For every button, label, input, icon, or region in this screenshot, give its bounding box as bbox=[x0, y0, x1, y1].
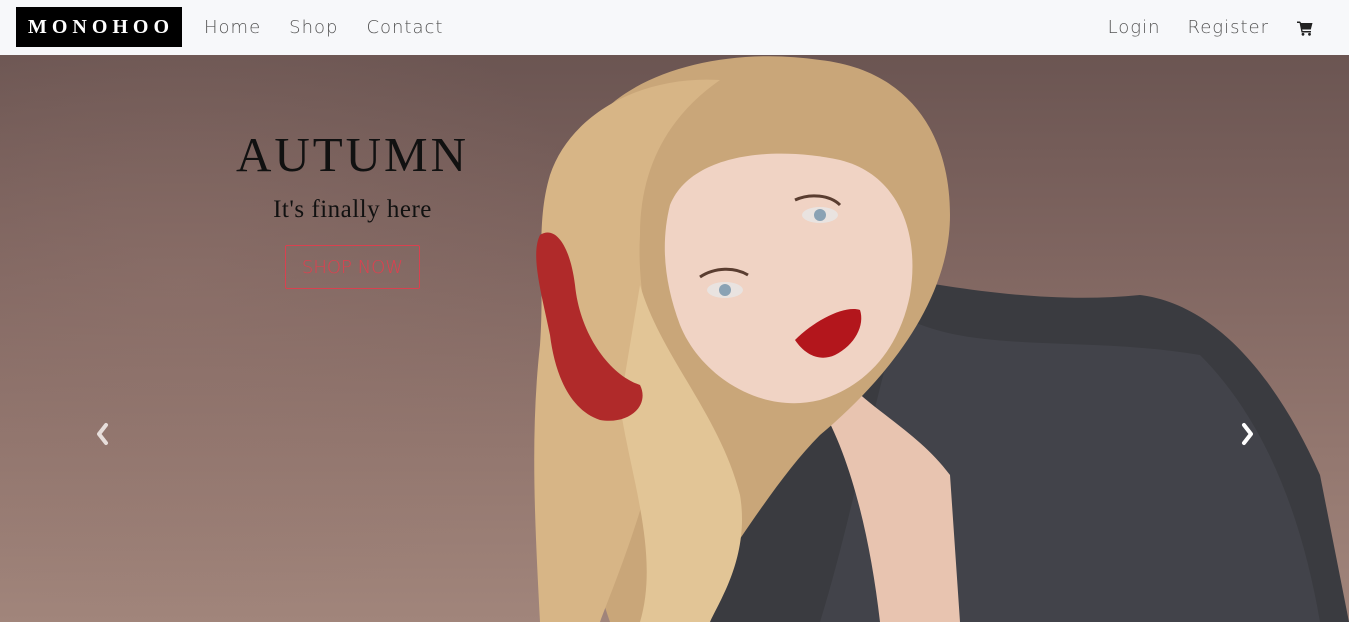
nav-link-login[interactable]: Login bbox=[1108, 17, 1161, 38]
nav-link-home[interactable]: Home bbox=[204, 17, 261, 38]
nav-link-contact[interactable]: Contact bbox=[366, 17, 443, 38]
nav-link-register[interactable]: Register bbox=[1188, 17, 1270, 38]
account-nav: Login Register bbox=[1081, 0, 1313, 55]
brand-logo[interactable]: MONOHOO bbox=[16, 7, 182, 47]
shop-now-button[interactable]: SHOP NOW bbox=[284, 245, 421, 289]
hero-caption: AUTUMN It's finally here SHOP NOW bbox=[200, 130, 505, 289]
hero-subtitle: It's finally here bbox=[273, 196, 432, 223]
hero-model-image bbox=[534, 56, 1349, 622]
nav-link-shop[interactable]: Shop bbox=[289, 17, 338, 38]
hero-title: AUTUMN bbox=[235, 127, 470, 182]
shopping-cart-icon[interactable] bbox=[1297, 20, 1313, 36]
top-navbar: MONOHOO Home Shop Contact Login Register bbox=[0, 0, 1349, 55]
primary-nav: Home Shop Contact bbox=[204, 0, 471, 55]
chevron-right-icon[interactable] bbox=[1236, 419, 1260, 449]
chevron-left-icon[interactable] bbox=[90, 419, 114, 449]
hero-carousel: AUTUMN It's finally here SHOP NOW bbox=[0, 55, 1349, 622]
